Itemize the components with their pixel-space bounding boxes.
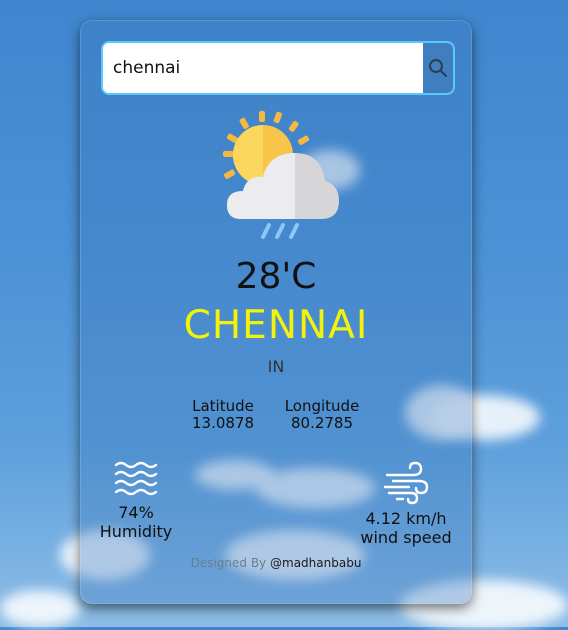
footer-credit: Designed By @madhanbabu xyxy=(81,556,471,570)
search-button[interactable] xyxy=(423,43,453,93)
temperature: 28'C xyxy=(235,256,317,297)
partly-cloudy-rain-icon xyxy=(223,111,339,239)
latitude-label: Latitude xyxy=(192,397,254,415)
wind-label: wind speed xyxy=(360,528,452,547)
humidity-label: Humidity xyxy=(99,522,173,541)
wind-value: 4.12 km/h xyxy=(365,509,447,528)
weather-card: 28'C CHENNAI IN Latitude 13.0878 Longitu… xyxy=(80,20,472,604)
longitude-block: Longitude 80.2785 xyxy=(279,398,365,432)
longitude-label: Longitude xyxy=(284,397,360,415)
footer-prefix: Designed By xyxy=(190,556,267,570)
humidity-value: 74% xyxy=(118,503,154,522)
humidity-block: 74% Humidity xyxy=(91,461,181,541)
wind-block: 4.12 km/h wind speed xyxy=(351,461,461,547)
latitude-block: Latitude 13.0878 xyxy=(183,398,263,432)
country-code: IN xyxy=(267,357,285,376)
city-name: CHENNAI xyxy=(183,303,369,348)
longitude-value: 80.2785 xyxy=(290,414,354,432)
search-bar xyxy=(101,41,455,95)
designer-link[interactable]: @madhanbabu xyxy=(270,556,361,570)
search-input[interactable] xyxy=(103,43,421,93)
search-icon xyxy=(429,59,447,77)
wind-icon xyxy=(383,461,429,505)
waves-icon xyxy=(114,461,158,496)
latitude-value: 13.0878 xyxy=(191,414,255,432)
